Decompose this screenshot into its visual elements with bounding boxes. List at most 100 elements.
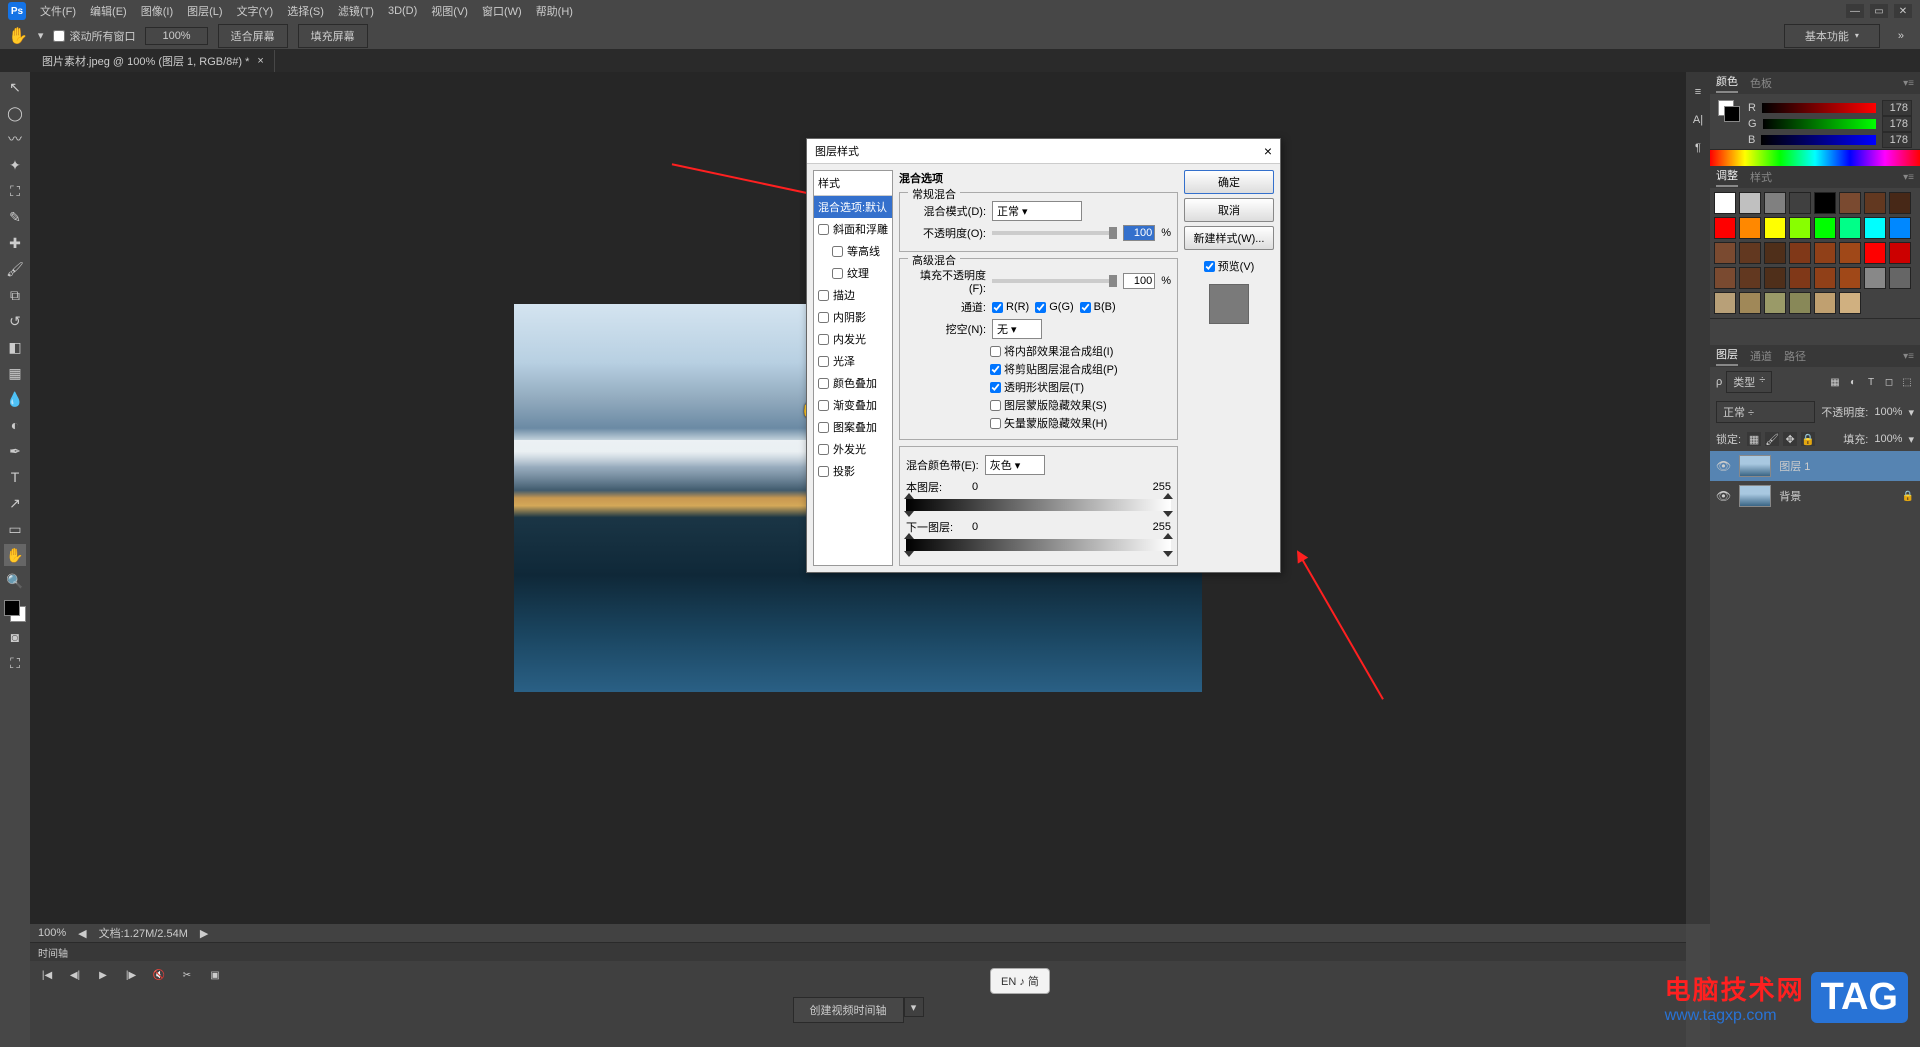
zoom-tool[interactable]: 🔍 [4,570,26,592]
quickmask-tool[interactable]: ◙ [4,626,26,648]
spectrum-bar[interactable] [1710,150,1920,166]
layer-item-bg[interactable]: 👁 背景 🔒 [1710,481,1920,511]
style-swatch[interactable] [1889,192,1911,214]
cut-icon[interactable]: ✂ [178,967,196,983]
visibility-icon[interactable]: 👁 [1716,459,1731,473]
style-swatch[interactable] [1839,242,1861,264]
style-swatch[interactable] [1714,267,1736,289]
style-swatch[interactable] [1864,217,1886,239]
style-swatch[interactable] [1739,192,1761,214]
fill-opacity-slider[interactable] [992,279,1117,283]
lock-position-icon[interactable]: ✥ [1783,432,1797,446]
scroll-all-checkbox[interactable]: 滚动所有窗口 [53,28,135,44]
advanced-checkbox[interactable]: 矢量蒙版隐藏效果(H) [990,415,1171,431]
stamp-tool[interactable]: ⧉ [4,284,26,306]
style-item[interactable]: 颜色叠加 [814,372,892,394]
style-swatch[interactable] [1789,217,1811,239]
timeline-tab[interactable]: 时间轴 [30,943,1686,961]
style-item[interactable]: 等高线 [814,240,892,262]
style-item[interactable]: 描边 [814,284,892,306]
style-swatch[interactable] [1789,242,1811,264]
style-swatch[interactable] [1839,292,1861,314]
goto-first-icon[interactable]: |◀ [38,967,56,983]
fill-opacity-input[interactable]: 100 [1123,273,1155,289]
style-swatch[interactable] [1864,267,1886,289]
style-swatch[interactable] [1889,267,1911,289]
style-swatch[interactable] [1764,292,1786,314]
style-swatch[interactable] [1889,242,1911,264]
opacity-slider[interactable] [992,231,1117,235]
cancel-button[interactable]: 取消 [1184,198,1274,222]
advanced-checkbox[interactable]: 将剪贴图层混合成组(P) [990,361,1171,377]
fit-screen-button[interactable]: 适合屏幕 [218,24,288,48]
style-swatch[interactable] [1889,217,1911,239]
blend-mode-select[interactable]: 正常 ÷ [1716,401,1815,423]
audio-icon[interactable]: 🔇 [150,967,168,983]
blend-mode-select[interactable]: 正常 ▾ [992,201,1082,221]
menu-edit[interactable]: 编辑(E) [90,3,127,19]
menu-view[interactable]: 视图(V) [431,3,468,19]
style-item[interactable]: 混合选项:默认 [814,196,892,218]
lock-image-icon[interactable]: 🖌 [1765,432,1779,446]
style-swatch[interactable] [1864,242,1886,264]
ok-button[interactable]: 确定 [1184,170,1274,194]
layer-filter-kind[interactable]: 类型÷ [1726,371,1772,393]
style-swatch[interactable] [1864,192,1886,214]
style-item[interactable]: 纹理 [814,262,892,284]
eyedropper-tool[interactable]: ✎ [4,206,26,228]
prev-frame-icon[interactable]: ◀| [66,967,84,983]
style-swatch[interactable] [1764,217,1786,239]
menu-help[interactable]: 帮助(H) [536,3,573,19]
lock-transparency-icon[interactable]: ▦ [1747,432,1761,446]
marquee-tool[interactable]: ◯ [4,102,26,124]
style-item[interactable]: 光泽 [814,350,892,372]
panel-menu-icon[interactable]: ▾≡ [1903,351,1914,362]
transition-icon[interactable]: ▣ [206,967,224,983]
hand-tool[interactable]: ✋ [4,544,26,566]
style-swatch[interactable] [1814,292,1836,314]
b-slider[interactable] [1761,135,1876,145]
style-swatch[interactable] [1814,217,1836,239]
type-tool[interactable]: T [4,466,26,488]
layer-name[interactable]: 背景 [1779,488,1801,504]
move-tool[interactable]: ↖ [4,76,26,98]
style-swatch[interactable] [1764,267,1786,289]
zoom-percent[interactable]: 100% [145,27,207,45]
r-slider[interactable] [1762,103,1876,113]
menu-type[interactable]: 文字(Y) [237,3,274,19]
filter-adjust-icon[interactable]: ◐ [1846,375,1860,389]
tab-paths[interactable]: 路径 [1784,348,1806,364]
preview-checkbox[interactable]: 预览(V) [1204,258,1255,274]
menu-window[interactable]: 窗口(W) [482,3,522,19]
screenmode-tool[interactable]: ⛶ [4,652,26,674]
style-swatch[interactable] [1789,192,1811,214]
menu-layer[interactable]: 图层(L) [187,3,222,19]
style-swatch[interactable] [1814,242,1836,264]
style-item[interactable]: 投影 [814,460,892,482]
brush-tool[interactable]: 🖌 [4,258,26,280]
create-video-timeline-button[interactable]: 创建视频时间轴 [793,997,904,1023]
style-swatch[interactable] [1839,217,1861,239]
layer-name[interactable]: 图层 1 [1779,458,1810,474]
dialog-titlebar[interactable]: 图层样式 × [807,139,1280,164]
color-swatches[interactable] [4,600,26,622]
style-swatch[interactable] [1839,267,1861,289]
style-swatch[interactable] [1714,292,1736,314]
tab-color[interactable]: 颜色 [1716,73,1738,93]
lasso-tool[interactable]: 〰 [4,128,26,150]
ime-indicator[interactable]: EN ♪ 简 [990,968,1050,994]
this-layer-range[interactable] [906,499,1171,511]
wand-tool[interactable]: ✦ [4,154,26,176]
filter-smart-icon[interactable]: ⬚ [1900,375,1914,389]
panel-menu-icon[interactable]: ▾≡ [1903,78,1914,89]
tab-swatches[interactable]: 色板 [1750,75,1772,91]
menu-image[interactable]: 图像(I) [141,3,173,19]
menu-filter[interactable]: 滤镜(T) [338,3,374,19]
tab-close-icon[interactable]: × [257,55,263,67]
style-swatch[interactable] [1739,292,1761,314]
pen-tool[interactable]: ✒ [4,440,26,462]
options-dropdown-icon[interactable]: ▾ [38,29,44,42]
channel-b-checkbox[interactable]: B(B) [1080,301,1116,313]
style-item[interactable]: 图案叠加 [814,416,892,438]
next-frame-icon[interactable]: |▶ [122,967,140,983]
